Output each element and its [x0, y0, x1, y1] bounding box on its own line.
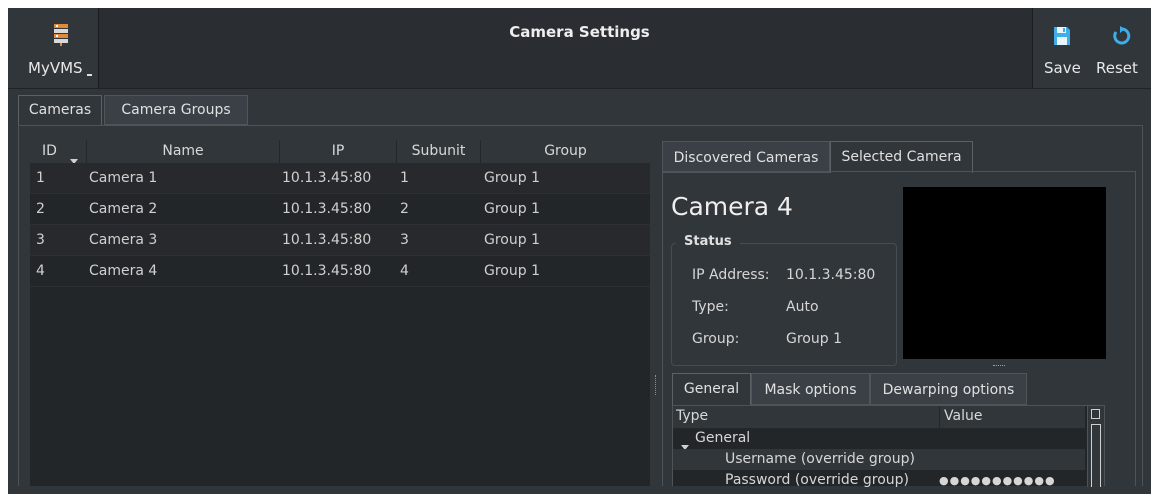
column-header-group[interactable]: Group: [481, 140, 650, 163]
camera-name-heading: Camera 4: [671, 192, 793, 221]
cell-name: Camera 4: [89, 263, 158, 279]
dropdown-caret-icon: [87, 74, 92, 76]
cell-ip: 10.1.3.45:80: [282, 232, 372, 248]
scrollbar-thumb[interactable]: [1091, 424, 1101, 487]
toolbar-actions: Save Reset: [1032, 8, 1151, 88]
column-header-name[interactable]: Name: [87, 140, 280, 163]
window-title: Camera Settings: [509, 23, 650, 41]
cameras-table[interactable]: ID Name IP Subunit Group 1 Camera 1 10.1…: [30, 140, 650, 486]
tree-row-username[interactable]: Username (override group): [673, 449, 1085, 470]
column-header-value[interactable]: Value: [939, 406, 982, 428]
camera-preview: [903, 187, 1106, 359]
tab-cameras[interactable]: Cameras: [18, 95, 102, 125]
password-value[interactable]: ●●●●●●●●●●●: [939, 470, 1056, 491]
properties-header: Type Value: [673, 406, 1085, 429]
cell-id: 1: [36, 170, 45, 186]
cell-subunit: 3: [400, 232, 409, 248]
property-label: Password (override group): [725, 472, 909, 488]
cell-id: 2: [36, 201, 45, 217]
type-value: Auto: [786, 299, 819, 315]
tab-camera-groups[interactable]: Camera Groups: [104, 95, 248, 125]
floppy-save-icon: [1053, 26, 1071, 50]
toolbar: MyVMS Camera Settings Save Reset: [8, 8, 1151, 89]
tree-group-label: General: [695, 430, 751, 446]
table-header: ID Name IP Subunit Group: [30, 140, 650, 164]
cell-id: 3: [36, 232, 45, 248]
ip-address-label: IP Address:: [692, 267, 770, 283]
cell-group: Group 1: [484, 201, 540, 217]
table-row[interactable]: 1 Camera 1 10.1.3.45:80 1 Group 1: [30, 163, 650, 194]
cell-name: Camera 3: [89, 232, 158, 248]
column-header-id[interactable]: ID: [30, 140, 87, 164]
table-row[interactable]: 3 Camera 3 10.1.3.45:80 3 Group 1: [30, 225, 650, 256]
cell-subunit: 1: [400, 170, 409, 186]
type-label: Type:: [692, 299, 729, 315]
reset-label: Reset: [1096, 59, 1138, 77]
resize-handle[interactable]: [993, 365, 1005, 368]
table-row[interactable]: 4 Camera 4 10.1.3.45:80 4 Group 1: [30, 256, 650, 287]
tab-general[interactable]: General: [672, 373, 751, 405]
column-header-type[interactable]: Type: [676, 406, 708, 428]
group-label: Group:: [692, 331, 740, 347]
tab-selected-camera[interactable]: Selected Camera: [830, 141, 973, 173]
tree-group-general[interactable]: General: [673, 428, 1085, 450]
tab-mask-options[interactable]: Mask options: [751, 373, 870, 405]
cell-name: Camera 2: [89, 201, 158, 217]
reset-arrow-icon: [1111, 26, 1131, 50]
tab-dewarping-options[interactable]: Dewarping options: [870, 373, 1027, 405]
cell-ip: 10.1.3.45:80: [282, 201, 372, 217]
tree-row-password[interactable]: Password (override group) ●●●●●●●●●●●: [673, 470, 1085, 491]
vertical-scrollbar[interactable]: [1087, 406, 1104, 487]
cell-ip: 10.1.3.45:80: [282, 263, 372, 279]
group-value: Group 1: [786, 331, 842, 347]
cell-group: Group 1: [484, 263, 540, 279]
property-label: Username (override group): [725, 451, 915, 467]
cell-group: Group 1: [484, 232, 540, 248]
splitter-handle[interactable]: [655, 375, 658, 395]
cell-group: Group 1: [484, 170, 540, 186]
save-label: Save: [1044, 59, 1081, 77]
status-title: Status: [676, 234, 740, 249]
ip-address-value: 10.1.3.45:80: [786, 267, 876, 283]
cell-name: Camera 1: [89, 170, 158, 186]
column-header-ip[interactable]: IP: [280, 140, 397, 163]
cell-id: 4: [36, 263, 45, 279]
cell-subunit: 2: [400, 201, 409, 217]
table-row[interactable]: 2 Camera 2 10.1.3.45:80 2 Group 1: [30, 194, 650, 225]
app-label: MyVMS: [28, 59, 83, 77]
column-header-subunit[interactable]: Subunit: [397, 140, 481, 163]
scroll-up-icon[interactable]: [1091, 409, 1100, 419]
tab-discovered-cameras[interactable]: Discovered Cameras: [662, 141, 830, 173]
app-menu-button[interactable]: MyVMS: [8, 8, 99, 88]
save-button[interactable]: Save: [1033, 8, 1091, 88]
cell-ip: 10.1.3.45:80: [282, 170, 372, 186]
cell-subunit: 4: [400, 263, 409, 279]
properties-tree[interactable]: Type Value General Username (override gr…: [672, 405, 1105, 488]
reset-button[interactable]: Reset: [1091, 8, 1151, 88]
